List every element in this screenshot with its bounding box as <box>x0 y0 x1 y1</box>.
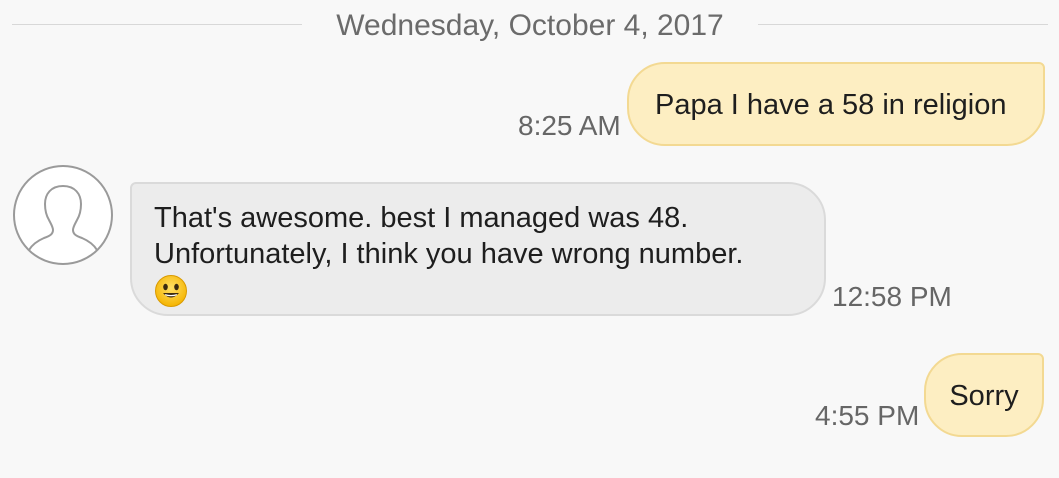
message-timestamp: 8:25 AM <box>518 110 621 141</box>
incoming-message-bubble[interactable]: That's awesome. best I managed was 48. U… <box>130 182 826 316</box>
conversation-date: Wednesday, October 4, 2017 <box>336 9 724 42</box>
contact-avatar-icon[interactable] <box>12 164 114 266</box>
divider-line-right <box>758 24 1048 25</box>
message-text: Papa I have a 58 in religion <box>655 89 1007 121</box>
divider-line-left <box>12 24 302 25</box>
date-divider: Wednesday, October 4, 2017 <box>0 0 1059 54</box>
message-text-line-2: Unfortunately, I think you have wrong nu… <box>154 238 744 270</box>
message-timestamp: 12:58 PM <box>832 281 952 312</box>
message-text-line-1: That's awesome. best I managed was 48. <box>154 202 689 234</box>
outgoing-message-bubble[interactable]: Sorry <box>924 353 1044 437</box>
message-text: Sorry <box>949 380 1019 412</box>
message-timestamp: 4:55 PM <box>815 400 920 431</box>
smiling-face-emoji <box>154 274 188 308</box>
outgoing-message-bubble[interactable]: Papa I have a 58 in religion <box>627 62 1045 146</box>
